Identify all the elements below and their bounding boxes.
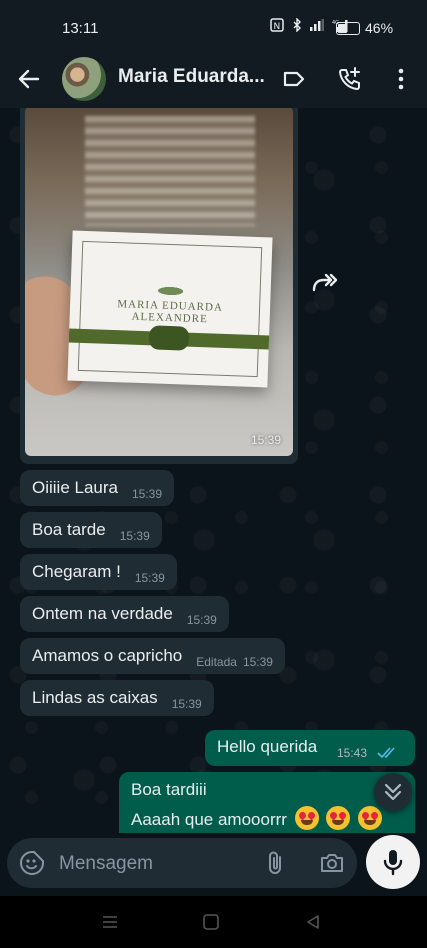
message-text: Chegaram ! xyxy=(32,562,121,581)
back-triangle-icon[interactable] xyxy=(304,913,322,931)
message-time: 15:43 xyxy=(337,746,368,760)
heart-eyes-emoji-icon xyxy=(326,806,351,830)
back-arrow-icon[interactable] xyxy=(16,66,42,92)
status-time: 13:11 xyxy=(62,20,99,37)
bluetooth-icon xyxy=(293,18,301,32)
scroll-to-bottom-button[interactable] xyxy=(374,773,412,811)
message-text: Hello querida xyxy=(217,737,318,756)
heart-eyes-emoji-icon xyxy=(294,806,319,830)
battery-percent: 46% xyxy=(365,20,394,36)
gift-box: MARIA EDUARDA ALEXANDRE xyxy=(67,230,273,388)
incoming-message[interactable]: Ontem na verdade 15:39 xyxy=(20,596,229,632)
label-tag-icon[interactable] xyxy=(281,66,307,92)
message-input[interactable] xyxy=(57,848,251,880)
message-time: 15:39 xyxy=(171,697,202,711)
add-call-icon[interactable] xyxy=(337,66,363,92)
system-nav-bar xyxy=(0,896,427,948)
camera-icon[interactable] xyxy=(319,850,345,876)
message-text: Boa tarde xyxy=(32,520,106,539)
mic-icon xyxy=(383,850,403,876)
read-ticks-icon xyxy=(377,747,395,759)
message-time: 15:39 xyxy=(132,487,163,501)
nfc-icon: N xyxy=(270,18,284,32)
message-text-line1: Boa tardiii xyxy=(131,780,207,799)
photo-image[interactable]: MARIA EDUARDA ALEXANDRE 15:39 xyxy=(25,108,293,456)
sticker-icon[interactable] xyxy=(19,850,45,876)
incoming-message[interactable]: Amamos o capricho Editada 15:39 xyxy=(20,638,285,674)
status-bar: 13:11 N 4G 46% xyxy=(0,0,427,56)
message-time: 15:39 xyxy=(250,433,281,447)
outgoing-message[interactable]: Boa tardiii Aaaah que amooorrr xyxy=(119,772,415,833)
incoming-message[interactable]: Boa tarde 15:39 xyxy=(20,512,162,548)
contact-avatar[interactable] xyxy=(62,57,106,101)
message-text: Oiiiie Laura xyxy=(32,478,118,497)
forward-icon[interactable] xyxy=(310,270,340,294)
edited-label: Editada xyxy=(196,655,237,669)
message-composer xyxy=(7,838,357,888)
signal-icon xyxy=(310,19,324,31)
chat-header: Maria Eduarda... xyxy=(0,56,427,108)
message-text: Ontem na verdade xyxy=(32,604,173,623)
message-text: Lindas as caixas xyxy=(32,688,158,707)
message-time: 15:39 xyxy=(242,655,273,669)
incoming-message[interactable]: Lindas as caixas 15:39 xyxy=(20,680,214,716)
more-vert-icon[interactable] xyxy=(388,66,414,92)
message-text: Amamos o capricho xyxy=(32,646,183,665)
ribbon-bow xyxy=(148,325,190,351)
chat-area[interactable]: MARIA EDUARDA ALEXANDRE 15:39 Oiiiie Lau… xyxy=(0,108,427,833)
battery-indicator: 46% xyxy=(336,20,393,36)
contact-name[interactable]: Maria Eduarda... xyxy=(118,66,265,88)
message-text: Aaaah que amooorrr xyxy=(131,810,287,829)
outgoing-message[interactable]: Hello querida 15:43 xyxy=(205,730,415,766)
battery-icon xyxy=(336,21,360,35)
voice-message-button[interactable] xyxy=(366,835,420,889)
message-time: 15:39 xyxy=(134,571,165,585)
message-text-line2: Aaaah que amooorrr xyxy=(131,806,383,830)
double-chevron-down-icon xyxy=(384,783,402,801)
recents-menu-icon[interactable] xyxy=(101,913,119,931)
svg-text:N: N xyxy=(274,22,281,32)
message-time: 15:39 xyxy=(119,529,150,543)
image-message[interactable]: MARIA EDUARDA ALEXANDRE 15:39 xyxy=(20,108,298,464)
message-time: 15:39 xyxy=(186,613,217,627)
incoming-message[interactable]: Oiiiie Laura 15:39 xyxy=(20,470,175,506)
attach-icon[interactable] xyxy=(263,850,289,876)
home-square-icon[interactable] xyxy=(202,913,220,931)
incoming-message[interactable]: Chegaram ! 15:39 xyxy=(20,554,177,590)
